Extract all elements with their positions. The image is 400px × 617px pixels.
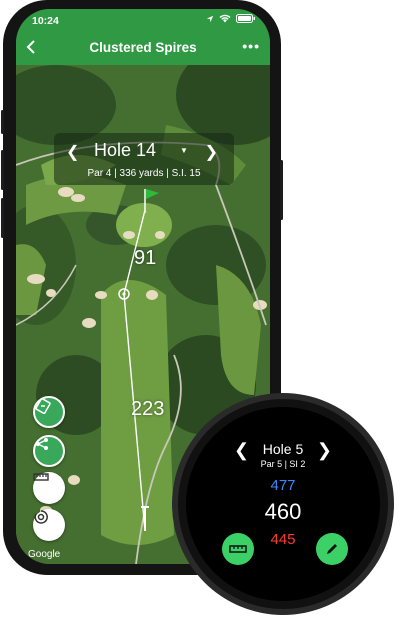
watch-hole-title: Hole 5 bbox=[262, 441, 304, 457]
share-fab[interactable] bbox=[33, 435, 65, 467]
watch-next-hole-icon[interactable]: ❯ bbox=[317, 440, 332, 461]
location-arrow-icon bbox=[206, 15, 214, 22]
locate-fab[interactable] bbox=[33, 509, 65, 541]
target-icon bbox=[34, 510, 48, 524]
share-icon bbox=[36, 438, 48, 450]
scorecard-icon bbox=[35, 398, 51, 414]
phone-side-button bbox=[1, 198, 4, 238]
more-options-icon[interactable]: ••• bbox=[242, 38, 260, 54]
scorecard-fab[interactable] bbox=[33, 396, 65, 428]
status-bar: 10:24 bbox=[16, 9, 270, 29]
map-attribution: Google bbox=[28, 549, 61, 560]
course-title: Clustered Spires bbox=[89, 40, 197, 55]
wifi-icon bbox=[219, 14, 231, 23]
hole-title[interactable]: Hole 14 bbox=[94, 140, 156, 161]
watch-hole-info: Par 5 | SI 2 bbox=[260, 459, 306, 469]
watch-edit-score-button[interactable] bbox=[316, 533, 348, 565]
distance-label-green: 91 bbox=[134, 247, 157, 269]
hole-dropdown-icon[interactable]: ▼ bbox=[180, 146, 188, 155]
status-time: 10:24 bbox=[32, 15, 59, 27]
hole-info: Par 4 | 336 yards | S.I. 15 bbox=[87, 168, 201, 179]
smartwatch-face: ❮ Hole 5 ❯ Par 5 | SI 2 477 460 445 bbox=[186, 407, 380, 601]
app-bar: Clustered Spires ••• bbox=[16, 29, 270, 65]
ruler-icon bbox=[229, 545, 247, 553]
status-icons bbox=[206, 14, 256, 23]
next-hole-icon[interactable]: ❯ bbox=[205, 142, 218, 162]
pencil-icon bbox=[327, 544, 337, 554]
watch-distance-back: 477 bbox=[270, 477, 296, 494]
phone-side-button bbox=[1, 110, 4, 134]
ruler-icon bbox=[33, 473, 49, 481]
watch-distance-middle: 460 bbox=[264, 499, 302, 524]
distance-label-tee: 223 bbox=[131, 398, 165, 420]
battery-icon bbox=[236, 14, 255, 23]
hole-selector-card: ❮ Hole 14 ▼ ❯ Par 4 | 336 yards | S.I. 1… bbox=[54, 133, 234, 185]
phone-side-button bbox=[1, 150, 4, 190]
phone-side-button bbox=[280, 160, 283, 220]
previous-hole-icon[interactable]: ❮ bbox=[66, 142, 79, 162]
watch-measure-button[interactable] bbox=[222, 533, 254, 565]
measure-fab[interactable] bbox=[33, 472, 65, 504]
watch-distance-front: 445 bbox=[270, 531, 296, 548]
